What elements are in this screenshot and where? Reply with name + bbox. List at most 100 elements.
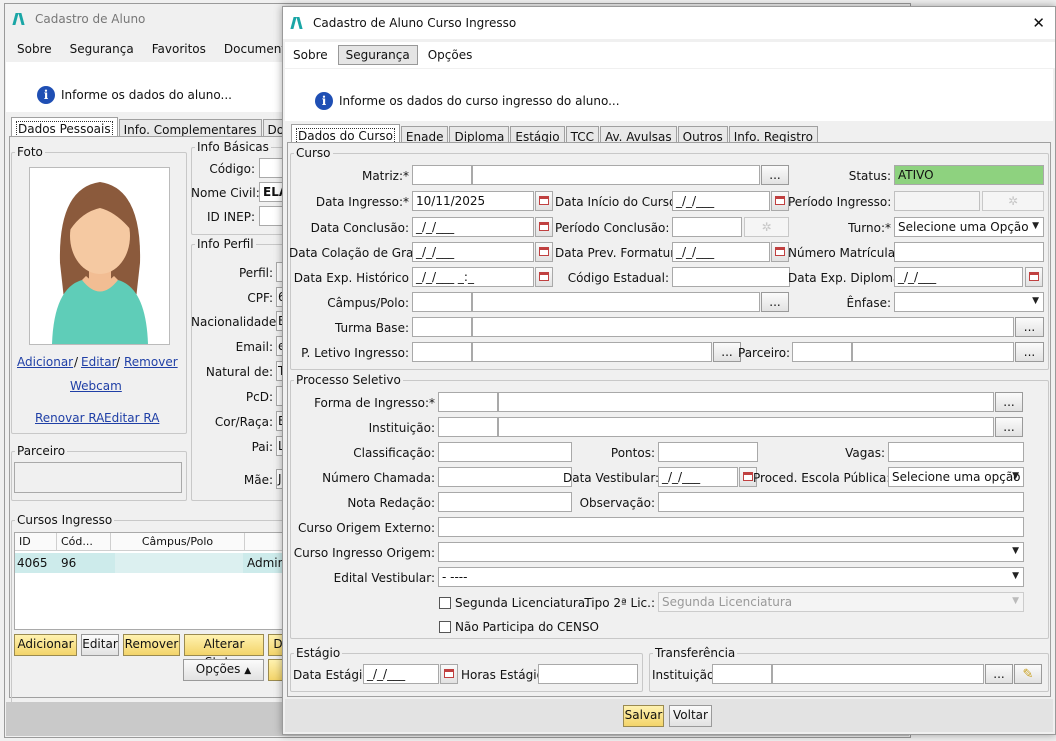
turno-select[interactable]: Selecione uma Opção xyxy=(894,217,1044,237)
calendar-icon[interactable] xyxy=(535,242,553,262)
salvar-button[interactable]: Salvar xyxy=(623,705,664,727)
remove-curso-button[interactable]: Remover xyxy=(123,634,180,656)
numero-chamada-input[interactable] xyxy=(438,467,572,487)
forma-ingresso-code-input[interactable] xyxy=(438,392,498,412)
voltar-button[interactable]: Voltar xyxy=(669,705,712,727)
menu-opcoes[interactable]: Opções xyxy=(420,45,481,65)
alterar-status-button[interactable]: Alterar Status xyxy=(184,634,264,669)
close-icon[interactable]: ✕ xyxy=(1032,14,1045,32)
menu-seguranca[interactable]: Segurança xyxy=(62,39,142,59)
forma-ingresso-lookup-button[interactable]: ... xyxy=(995,392,1023,412)
codigo-estadual-input[interactable] xyxy=(672,267,790,287)
segunda-licenciatura-checkbox[interactable] xyxy=(439,597,451,609)
campus-name-input[interactable] xyxy=(472,292,760,312)
data-prev-formatura-input[interactable]: _/_/___ xyxy=(672,242,770,262)
campus-code-input[interactable] xyxy=(412,292,472,312)
parceiro-name-input[interactable] xyxy=(852,342,1014,362)
calendar-icon[interactable] xyxy=(535,191,553,211)
transferencia-lookup-button[interactable]: ... xyxy=(985,664,1013,684)
data-colacao-input[interactable]: _/_/___ xyxy=(412,242,534,262)
campus-lookup-button[interactable]: ... xyxy=(761,292,789,312)
menu-seguranca[interactable]: Segurança xyxy=(337,45,418,65)
transferencia-code-input[interactable] xyxy=(712,664,772,684)
matriz-lookup-button[interactable]: ... xyxy=(761,165,789,185)
vagas-input[interactable] xyxy=(888,442,1024,462)
turma-base-name-input[interactable] xyxy=(472,317,1014,337)
nota-redacao-input[interactable] xyxy=(438,492,572,512)
table-row[interactable]: 4065 96 Admin xyxy=(15,553,305,573)
col-id[interactable]: ID xyxy=(15,533,57,551)
data-ingresso-label: Data Ingresso:* xyxy=(315,195,409,209)
menu-sobre[interactable]: Sobre xyxy=(9,39,60,59)
instituicao-code-input[interactable] xyxy=(438,417,498,437)
renovar-ra-link[interactable]: Renovar RA xyxy=(35,411,104,425)
perfil-field-label: Natural de: xyxy=(205,365,273,379)
edit-curso-button[interactable]: Editar xyxy=(81,634,119,656)
periodo-conclusao-input[interactable] xyxy=(672,217,742,237)
perfil-field-label: Pai: xyxy=(251,440,273,454)
curso-origem-externo-input[interactable] xyxy=(438,517,1024,537)
observacao-input[interactable] xyxy=(658,492,1024,512)
nao-participa-censo-checkbox[interactable] xyxy=(439,621,451,633)
data-conclusao-input[interactable]: _/_/___ xyxy=(412,217,534,237)
classificacao-label: Classificação: xyxy=(353,446,435,460)
pontos-input[interactable] xyxy=(658,442,758,462)
calendar-icon[interactable] xyxy=(535,267,553,287)
parceiro-input[interactable] xyxy=(14,462,182,493)
curso-ingresso-origem-select[interactable] xyxy=(438,542,1024,562)
calendar-icon[interactable] xyxy=(1025,267,1043,287)
instituicao-lookup-button[interactable]: ... xyxy=(995,417,1023,437)
calendar-icon[interactable] xyxy=(535,217,553,237)
edital-vestibular-select[interactable]: - ---- xyxy=(438,567,1024,587)
proced-escola-select[interactable]: Selecione uma opção xyxy=(888,467,1024,487)
editar-ra-link[interactable]: Editar RA xyxy=(104,411,159,425)
calendar-icon[interactable] xyxy=(771,191,789,211)
matriz-name-input[interactable] xyxy=(472,165,760,185)
p-letivo-code-input[interactable] xyxy=(412,342,472,362)
enfase-select[interactable] xyxy=(894,292,1044,312)
data-estagio-input[interactable]: _/_/___ xyxy=(363,664,439,684)
classificacao-input[interactable] xyxy=(438,442,572,462)
edital-vestibular-label: Edital Vestibular: xyxy=(333,571,435,585)
col-campus[interactable]: Câmpus/Polo xyxy=(111,533,245,551)
data-exp-diploma-input[interactable]: _/_/___ xyxy=(894,267,1023,287)
turma-base-lookup-button[interactable]: ... xyxy=(1015,317,1044,337)
foto-editar-link[interactable]: Editar xyxy=(81,355,117,369)
parceiro-code-input[interactable] xyxy=(792,342,852,362)
turma-base-code-input[interactable] xyxy=(412,317,472,337)
calendar-icon[interactable] xyxy=(440,664,458,684)
menu-favoritos[interactable]: Favoritos xyxy=(144,39,214,59)
nao-participa-censo-label: Não Participa do CENSO xyxy=(455,620,599,634)
matriz-code-input[interactable] xyxy=(412,165,472,185)
webcam-link[interactable]: Webcam xyxy=(70,379,122,393)
data-ingresso-input[interactable]: 10/11/2025 xyxy=(412,191,534,211)
data-inicio-input[interactable]: _/_/___ xyxy=(672,191,770,211)
matriz-label: Matriz:* xyxy=(361,169,409,183)
add-curso-button[interactable]: Adicionar xyxy=(14,634,77,656)
horas-estagio-input[interactable] xyxy=(538,664,638,684)
numero-matricula-input[interactable] xyxy=(894,242,1044,262)
pencil-icon[interactable]: ✎ xyxy=(1014,664,1042,684)
enfase-label: Ênfase: xyxy=(846,296,891,310)
data-vestibular-input[interactable]: _/_/___ xyxy=(658,467,738,487)
col-codigo[interactable]: Cód... xyxy=(57,533,111,551)
turno-label: Turno:* xyxy=(848,221,891,235)
periodo-ingresso-label: Período Ingresso: xyxy=(788,195,892,209)
foto-adicionar-link[interactable]: Adicionar xyxy=(17,355,73,369)
data-exp-historico-input[interactable]: _/_/___ _:_ xyxy=(412,267,534,287)
pontos-label: Pontos: xyxy=(610,446,655,460)
cursos-grid[interactable]: ID Cód... Câmpus/Polo 4065 96 Admin xyxy=(14,532,306,630)
p-letivo-lookup-button[interactable]: ... xyxy=(713,342,741,362)
forma-ingresso-name-input[interactable] xyxy=(498,392,994,412)
opcoes-button[interactable]: Opções ▲ xyxy=(183,659,264,681)
parceiro-lookup-button[interactable]: ... xyxy=(1015,342,1044,362)
instituicao-name-input[interactable] xyxy=(498,417,994,437)
transferencia-name-input[interactable] xyxy=(772,664,984,684)
foto-remover-link[interactable]: Remover xyxy=(124,355,178,369)
menu-sobre[interactable]: Sobre xyxy=(285,45,336,65)
tipo-2-lic-select: Segunda Licenciatura xyxy=(658,592,1024,612)
proced-escola-label: Proced. Escola Pública:* xyxy=(753,471,897,485)
calendar-icon[interactable] xyxy=(771,242,789,262)
dialog-titlebar: Cadastro de Aluno Curso Ingresso ✕ xyxy=(283,7,1055,39)
p-letivo-name-input[interactable] xyxy=(472,342,712,362)
